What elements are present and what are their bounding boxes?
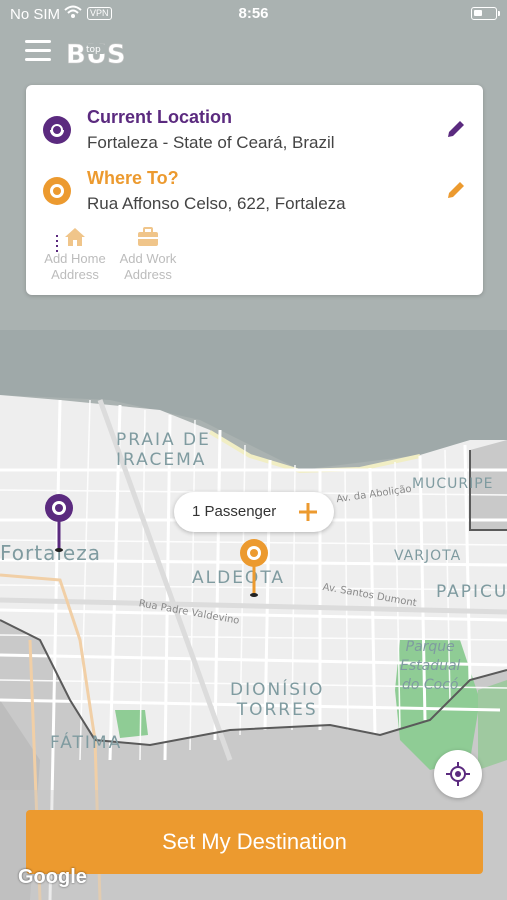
destination-map-pin-icon[interactable] — [239, 538, 269, 598]
logo-text-small: top — [86, 45, 101, 55]
destination-row[interactable]: Where To? Rua Affonso Celso, 622, Fortal… — [26, 162, 483, 214]
add-home-address-button[interactable]: Add Home Address — [40, 227, 110, 283]
status-time: 8:56 — [238, 5, 269, 22]
add-work-label-line2: Address — [124, 267, 172, 282]
edit-origin-pencil-icon[interactable] — [445, 118, 467, 140]
status-bar: No SIM VPN 8:56 — [0, 0, 507, 30]
passenger-count-label: 1 Passenger — [192, 503, 277, 520]
app-logo: BUS top — [66, 40, 126, 70]
add-home-label-line1: Add Home — [44, 251, 106, 266]
destination-marker-icon — [43, 177, 71, 205]
map-label-mucuripe: MUCURIPE — [412, 476, 494, 492]
home-icon — [65, 228, 85, 246]
plus-icon[interactable] — [298, 502, 318, 522]
origin-title: Current Location — [87, 107, 233, 127]
map-label-papicu: PAPICU — [436, 582, 507, 602]
origin-value: Fortaleza - State of Ceará, Brazil — [87, 133, 335, 152]
briefcase-icon — [138, 227, 158, 246]
destination-value: Rua Affonso Celso, 622, Fortaleza — [87, 194, 346, 213]
origin-marker-icon — [43, 116, 71, 144]
map-label-praia-de-iracema: PRAIA DE IRACEMA — [116, 430, 211, 470]
map-label-fatima: FÁTIMA — [50, 733, 123, 753]
origin-map-pin-icon[interactable] — [44, 493, 74, 553]
locate-me-button[interactable] — [434, 750, 482, 798]
edit-destination-pencil-icon[interactable] — [445, 179, 467, 201]
map-label-varjota: VARJOTA — [394, 548, 462, 564]
origin-row[interactable]: Current Location Fortaleza - State of Ce… — [26, 101, 483, 153]
add-work-address-button[interactable]: Add Work Address — [113, 227, 183, 283]
hamburger-menu-icon[interactable] — [25, 40, 51, 64]
crosshair-locate-icon — [446, 762, 470, 786]
add-work-label-line1: Add Work — [119, 251, 177, 266]
google-attribution: Google — [18, 866, 87, 888]
route-card: Current Location Fortaleza - State of Ce… — [26, 85, 483, 295]
set-my-destination-button[interactable]: Set My Destination — [26, 810, 483, 874]
add-home-label-line2: Address — [51, 267, 99, 282]
destination-title: Where To? — [87, 168, 179, 188]
battery-icon — [471, 7, 500, 20]
passenger-count-pill[interactable]: 1 Passenger — [174, 492, 334, 532]
map-label-dionisio-torres: DIONÍSIO TORRES — [230, 680, 325, 720]
map-label-parque-estadual-do-coco: Parque Estadual do Cocó — [400, 639, 461, 693]
